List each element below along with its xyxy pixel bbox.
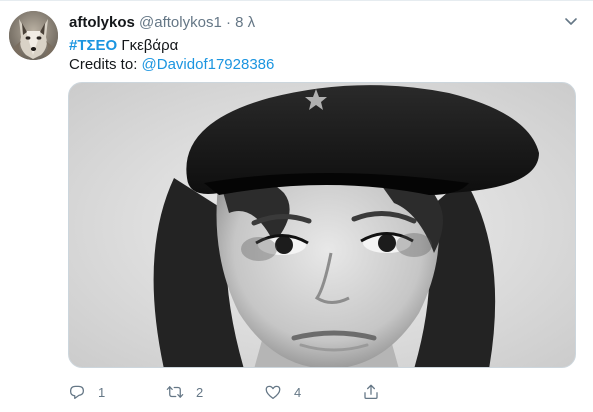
credits-label: Credits to:	[69, 56, 142, 73]
retweet-button[interactable]: 2	[166, 382, 203, 402]
tweet-text-line-2: Credits to: @Davidof17928386	[69, 56, 274, 74]
retweet-icon	[166, 386, 184, 398]
wolf-avatar-image	[9, 11, 58, 60]
avatar[interactable]	[9, 11, 58, 60]
separator-dot: ·	[225, 14, 231, 31]
like-count: 4	[294, 384, 302, 400]
retweet-count: 2	[196, 384, 204, 400]
hashtag-link[interactable]: #ΤΣΕΟ	[69, 37, 117, 54]
reply-button[interactable]: 1	[68, 382, 105, 402]
chevron-down-icon[interactable]	[563, 13, 579, 29]
portrait-photo	[69, 83, 575, 367]
tweet-photo[interactable]	[68, 82, 576, 368]
display-name[interactable]: aftolykos	[69, 14, 135, 31]
timestamp[interactable]: 8 λ	[235, 14, 255, 31]
tweet-header: aftolykos @aftolykos1 · 8 λ	[69, 14, 255, 32]
heart-icon	[265, 385, 281, 400]
share-button[interactable]	[362, 382, 380, 402]
reply-count: 1	[98, 384, 106, 400]
reply-icon	[69, 385, 85, 400]
share-icon	[364, 384, 378, 400]
tweet: aftolykos @aftolykos1 · 8 λ #ΤΣΕΟ Γκεβάρ…	[0, 0, 593, 412]
tweet-text-line-1: #ΤΣΕΟ Γκεβάρα	[69, 37, 178, 55]
like-button[interactable]: 4	[264, 382, 301, 402]
tweet-text: Γκεβάρα	[117, 37, 179, 54]
tweet-actions: 1 2 4	[68, 382, 568, 402]
user-handle[interactable]: @aftolykos1	[139, 14, 222, 31]
mention-link[interactable]: @Davidof17928386	[142, 56, 275, 73]
